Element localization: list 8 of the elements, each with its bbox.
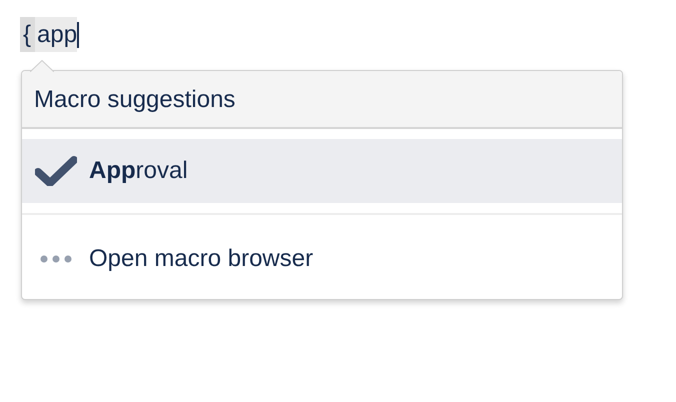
checkmark-icon <box>34 156 76 186</box>
suggestion-item[interactable]: Approval <box>22 139 622 203</box>
query-text[interactable]: app <box>35 17 78 52</box>
dropdown-heading: Macro suggestions <box>22 71 622 129</box>
more-icon <box>38 254 72 264</box>
suggestion-item[interactable]: Open macro browser <box>22 227 622 291</box>
brace-text: { <box>20 17 36 52</box>
text-cursor <box>77 22 80 48</box>
